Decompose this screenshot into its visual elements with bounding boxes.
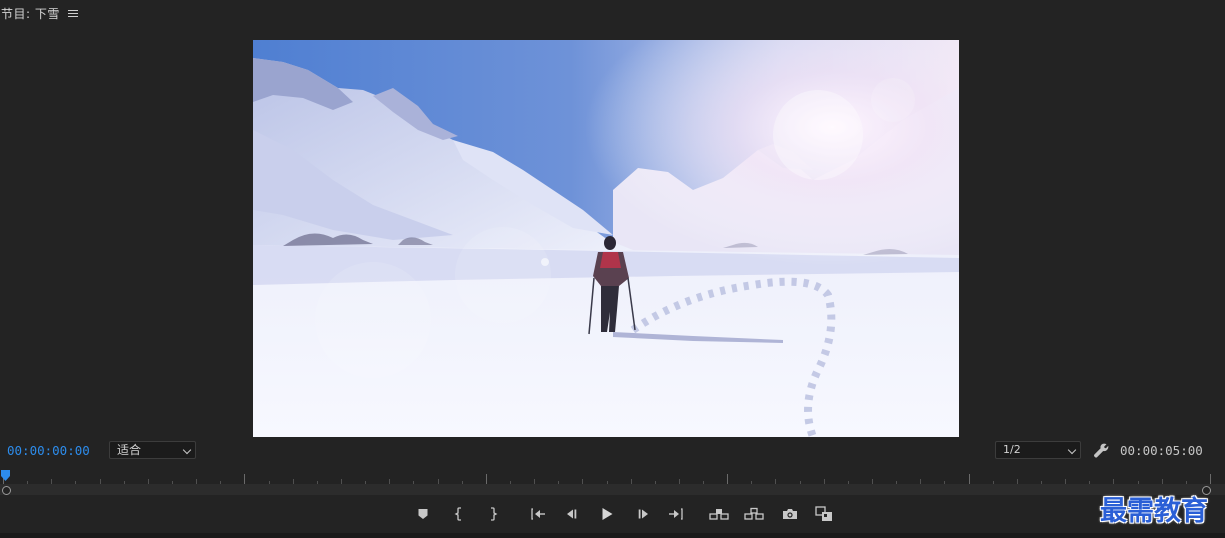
- ruler-tick: [485, 474, 487, 484]
- duration-timecode: 00:00:05:00: [1120, 443, 1203, 458]
- lift-icon: [709, 509, 729, 520]
- chevron-down-icon: [182, 445, 192, 455]
- resolution-value: 1/2: [1003, 443, 1021, 456]
- go-to-in-icon: [531, 508, 545, 520]
- current-timecode[interactable]: 00:00:00:00: [7, 443, 90, 458]
- play-button[interactable]: [596, 503, 618, 525]
- zoom-level-value: 适合: [117, 443, 142, 457]
- ruler-tick: [244, 474, 246, 484]
- go-to-out-button[interactable]: [665, 503, 687, 525]
- extract-button[interactable]: [743, 503, 765, 525]
- step-forward-button[interactable]: [632, 503, 654, 525]
- mark-out-button[interactable]: [481, 503, 503, 525]
- program-viewer[interactable]: [253, 40, 959, 437]
- wrench-settings-icon[interactable]: [1093, 442, 1109, 458]
- go-to-out-icon: [669, 508, 683, 520]
- ruler-tick: [968, 474, 970, 484]
- snow-scene-image: [253, 40, 959, 437]
- camera-icon: [783, 509, 797, 519]
- extract-icon: [744, 507, 764, 520]
- go-to-in-button[interactable]: [527, 503, 549, 525]
- zoom-level-select[interactable]: 适合: [109, 441, 196, 459]
- mark-in-icon: [454, 507, 461, 521]
- ruler-tick: [1210, 474, 1211, 484]
- playback-resolution-select[interactable]: 1/2: [995, 441, 1081, 459]
- watermark-logo-text: 最需教育: [1100, 496, 1208, 527]
- ruler-tick: [727, 474, 729, 484]
- scrollbar-left-handle[interactable]: [2, 486, 11, 495]
- transport-controls: [0, 503, 1225, 525]
- lift-button[interactable]: [708, 503, 730, 525]
- zoom-scrollbar[interactable]: [0, 484, 1225, 495]
- panel-title[interactable]: 节目: 下雪: [1, 5, 60, 22]
- comparison-view-button[interactable]: [813, 503, 835, 525]
- panel-menu-icon[interactable]: [67, 2, 78, 24]
- play-icon: [602, 508, 613, 520]
- step-back-button[interactable]: [561, 503, 583, 525]
- comparison-view-icon: [815, 506, 832, 521]
- mark-out-icon: [491, 507, 498, 521]
- panel-bottom-edge: [0, 533, 1225, 538]
- step-back-icon: [567, 509, 577, 519]
- program-monitor-header: 节目: 下雪: [0, 0, 1225, 26]
- step-forward-icon: [638, 509, 648, 519]
- time-ruler[interactable]: [0, 468, 1225, 484]
- chevron-down-icon: [1067, 445, 1077, 455]
- export-frame-button[interactable]: [779, 503, 801, 525]
- mark-in-button[interactable]: [449, 503, 471, 525]
- marker-icon: [418, 509, 428, 519]
- monitor-controls-row: 00:00:00:00 适合 1/2 00:00:05:00: [0, 440, 1225, 460]
- add-marker-button[interactable]: [412, 503, 434, 525]
